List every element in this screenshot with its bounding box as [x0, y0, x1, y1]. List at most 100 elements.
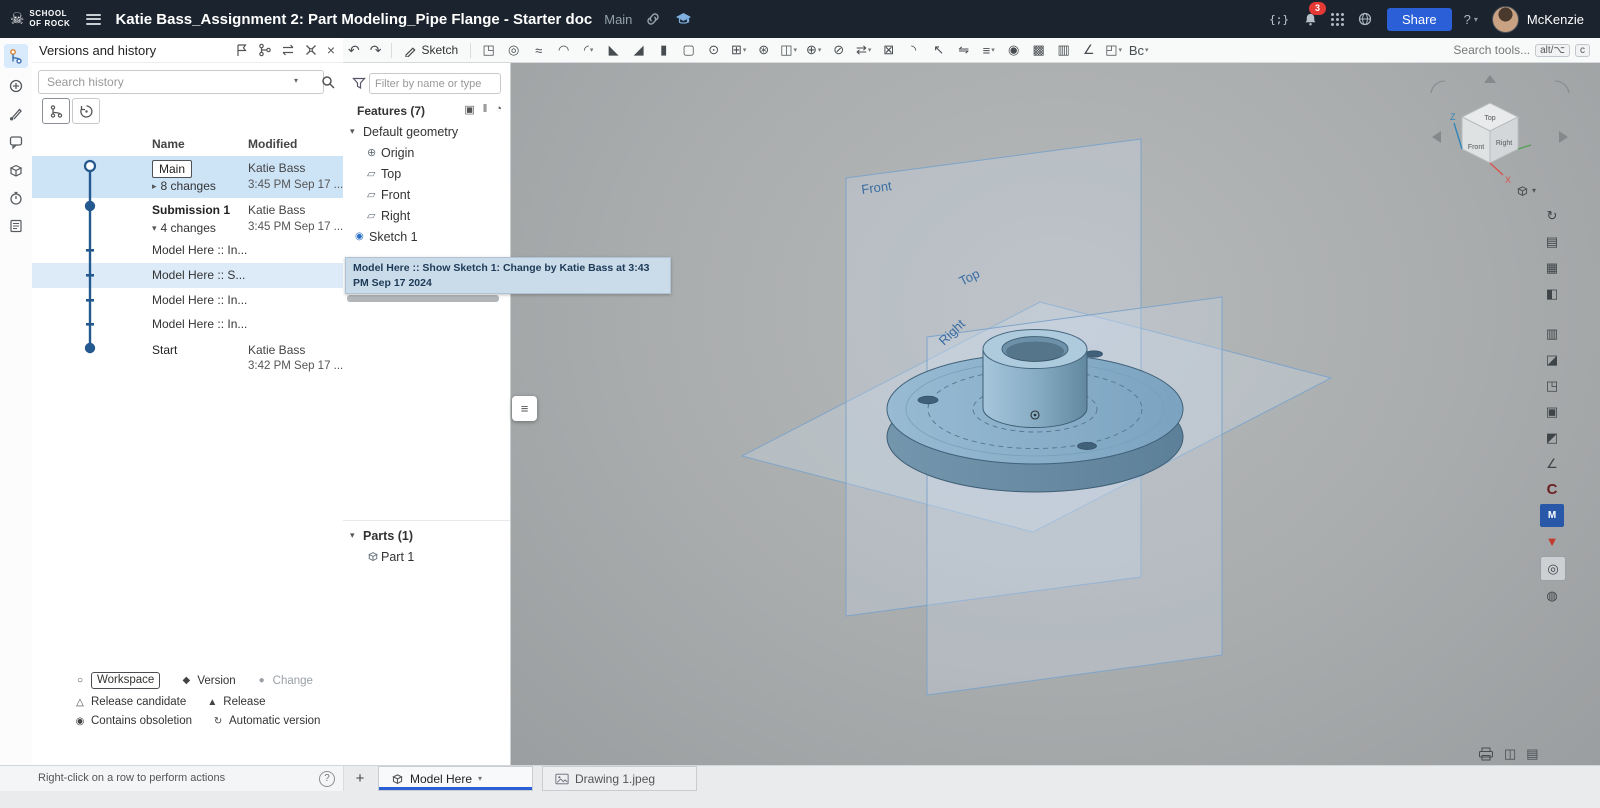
app-store-icon[interactable] — [1331, 9, 1344, 29]
follow-mode-icon[interactable] — [4, 74, 28, 98]
m-app-icon[interactable]: M — [1540, 504, 1564, 527]
fill-surface-icon[interactable]: ▩ — [1026, 39, 1051, 61]
comments-icon[interactable] — [4, 130, 28, 154]
flat-view-toggle[interactable] — [72, 98, 100, 124]
split-icon[interactable]: ⊘ — [826, 39, 851, 61]
feature-item-origin[interactable]: ⊕ Origin — [343, 143, 510, 164]
tab-model-here[interactable]: Model Here ▾ — [378, 766, 533, 791]
history-icon[interactable] — [4, 186, 28, 210]
chevron-down-icon[interactable]: ▾ — [350, 530, 355, 541]
draft-icon[interactable]: ◢ — [626, 39, 651, 61]
tab-drawing-1[interactable]: Drawing 1.jpeg — [542, 766, 697, 791]
selection-tool-icon[interactable]: ◎ — [1540, 556, 1566, 581]
arrow-right-icon[interactable] — [1559, 131, 1568, 143]
feature-item-right-plane[interactable]: ▱ Right — [343, 206, 510, 227]
chevron-down-icon[interactable]: ▾ — [350, 126, 355, 137]
history-row-change[interactable]: Model Here :: In... — [32, 288, 343, 312]
feature-item-front-plane[interactable]: ▱ Front — [343, 185, 510, 206]
chevron-down-icon[interactable]: ▾ — [478, 774, 482, 783]
offset-surface-icon[interactable]: ≡▾ — [976, 39, 1001, 61]
boundary-surface-icon[interactable]: ◉ — [1001, 39, 1026, 61]
modify-fillet-icon[interactable]: ◝ — [901, 39, 926, 61]
history-row-submission-1[interactable]: Submission 1 Katie Bass ▾4 changes 3:45 … — [32, 198, 343, 238]
feature-item-top-plane[interactable]: ▱ Top — [343, 164, 510, 185]
views-icon[interactable]: ▦ — [1540, 256, 1564, 279]
workspace-badge[interactable]: Main — [152, 160, 192, 178]
history-row-main[interactable]: Main Katie Bass ▸8 changes 3:45 PM Sep 1… — [32, 156, 343, 198]
sync-icon[interactable]: ↻ — [1540, 204, 1564, 227]
grid-icon[interactable]: ▤ — [1526, 746, 1538, 762]
revolve-icon[interactable]: ◎ — [501, 39, 526, 61]
search-options-chevron-icon[interactable]: ▾ — [294, 76, 298, 85]
feature-item-sketch-1[interactable]: ◉ Sketch 1 — [343, 227, 510, 248]
panels-icon[interactable]: ▤ — [1540, 230, 1564, 253]
move-face-icon[interactable]: ↖ — [926, 39, 951, 61]
delete-part-icon[interactable]: ⊠ — [876, 39, 901, 61]
section-view-icon[interactable]: ◪ — [1540, 348, 1564, 371]
boolean-icon[interactable]: ⊕▾ — [801, 39, 826, 61]
appearance-icon[interactable] — [4, 102, 28, 126]
sketch-button[interactable]: Sketch — [397, 43, 465, 57]
fillet-icon[interactable]: ◜▾ — [576, 39, 601, 61]
rotate-ccw-icon[interactable] — [1431, 81, 1445, 93]
loft-icon[interactable]: ◠ — [551, 39, 576, 61]
menu-icon[interactable] — [86, 11, 101, 27]
extrude-icon[interactable]: ◳ — [476, 39, 501, 61]
suppress-icon[interactable]: ‖ — [483, 103, 488, 116]
link-icon[interactable] — [645, 9, 661, 29]
chamfer-icon[interactable]: ◣ — [601, 39, 626, 61]
arrow-left-icon[interactable] — [1432, 131, 1441, 143]
learning-center-icon[interactable] — [674, 9, 693, 29]
replace-face-icon[interactable]: ⇋ — [951, 39, 976, 61]
parts-group[interactable]: ▾ Parts (1) — [343, 526, 510, 547]
camera-icon[interactable]: ▣ — [1540, 400, 1564, 423]
display-options-icon[interactable]: ◧ — [1540, 282, 1564, 305]
user-avatar[interactable] — [1492, 6, 1519, 33]
search-icon[interactable] — [316, 71, 340, 93]
part-item-part-1[interactable]: Part 1 — [343, 547, 510, 568]
featurescript-icon[interactable]: {;} — [1269, 9, 1289, 29]
view-cube-menu[interactable]: ▾ — [1516, 184, 1536, 197]
hide-show-icon[interactable]: ▥ — [1540, 322, 1564, 345]
thicken-icon[interactable]: ▥ — [1051, 39, 1076, 61]
feature-tree-flyout-button[interactable]: ≡ — [512, 396, 537, 421]
bom-icon[interactable] — [4, 214, 28, 238]
help-circle-icon[interactable]: ? — [319, 771, 335, 787]
search-history-input[interactable] — [38, 70, 324, 94]
manage-versions-icon[interactable] — [304, 43, 318, 57]
linear-pattern-icon[interactable]: ⊞▾ — [726, 39, 751, 61]
named-views-icon[interactable]: ◳ — [1540, 374, 1564, 397]
graph-view-toggle[interactable] — [42, 98, 70, 124]
filter-icon[interactable] — [352, 76, 366, 90]
appearance-icon[interactable]: ◩ — [1540, 426, 1564, 449]
c-app-icon[interactable]: C — [1540, 478, 1564, 501]
arrow-up-icon[interactable] — [1484, 75, 1496, 83]
notifications-bell-icon[interactable]: 3 — [1303, 9, 1318, 29]
transform-icon[interactable]: ⇄▾ — [851, 39, 876, 61]
help-menu[interactable]: ? ▾ — [1464, 12, 1478, 27]
history-row-change[interactable]: Model Here :: In... — [32, 312, 343, 337]
globe-icon[interactable] — [1357, 9, 1373, 29]
snapshot-icon[interactable]: ◫ — [1504, 746, 1516, 762]
history-row-change-highlighted[interactable]: Model Here :: S... — [32, 263, 343, 288]
measure-icon[interactable]: ∠ — [1076, 39, 1101, 61]
search-tools-label[interactable]: Search tools... — [1453, 43, 1530, 57]
view-cube[interactable]: Top Front Right Z X — [1425, 65, 1575, 205]
history-row-start[interactable]: Start Katie Bass 3:42 PM Sep 17 ... — [32, 337, 343, 381]
add-tab-button[interactable]: + — [349, 767, 371, 790]
hole-icon[interactable]: ⊙ — [701, 39, 726, 61]
version-name[interactable]: Start — [152, 343, 177, 357]
bolt-hole[interactable] — [1086, 351, 1103, 357]
compare-icon[interactable] — [281, 43, 295, 57]
close-icon[interactable]: × — [327, 43, 335, 57]
measure-panel-icon[interactable]: ∠ — [1540, 452, 1564, 475]
workspace-name[interactable]: Main — [604, 12, 632, 27]
mirror-icon[interactable]: ◫▾ — [776, 39, 801, 61]
bolt-hole[interactable] — [918, 396, 938, 404]
custom-feature-icon[interactable]: Bc▾ — [1126, 39, 1151, 61]
create-version-icon[interactable] — [235, 43, 249, 57]
redo-button[interactable]: ↷ — [365, 42, 387, 59]
versions-history-icon[interactable] — [4, 44, 28, 68]
insert-folder-icon[interactable]: ▣ — [464, 103, 474, 116]
collapse-changes-control[interactable]: ▾4 changes — [152, 221, 216, 235]
